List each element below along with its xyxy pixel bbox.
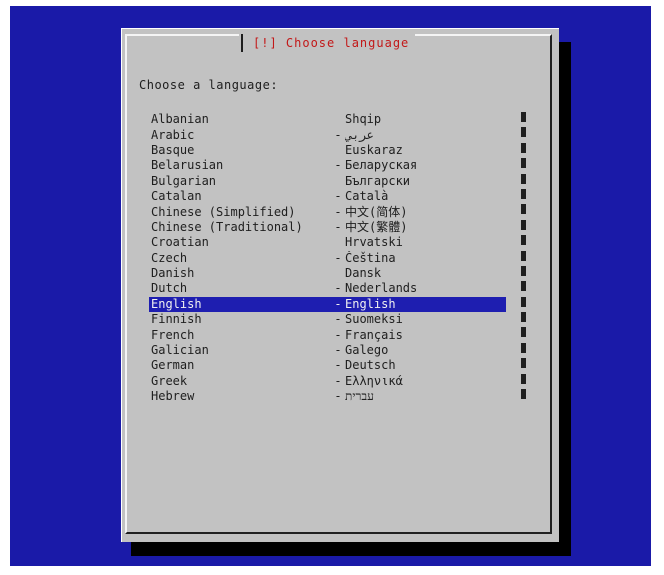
language-native-name: Български [345, 173, 411, 188]
language-name: Catalan [151, 189, 202, 204]
language-option[interactable]: Chinese (Traditional) - 中文(繁體) [149, 220, 506, 235]
dialog-frame: [!] Choose language Choose a language: A… [125, 33, 552, 534]
language-option[interactable]: Albanian Shqip [149, 112, 506, 127]
language-separator: - [334, 219, 342, 234]
scrollbar-tick [521, 281, 526, 292]
language-option[interactable]: Arabic - عربي [149, 127, 506, 142]
language-separator: - [334, 250, 342, 265]
language-native-name: Hrvatski [345, 235, 403, 250]
language-option[interactable]: Hebrew - עברית [149, 389, 506, 404]
language-name: French [151, 327, 195, 342]
language-native-name: 中文(繁體) [345, 219, 408, 234]
scrollbar-tick [521, 204, 526, 215]
language-separator: - [334, 127, 342, 142]
language-name: German [151, 358, 195, 373]
language-native-name: Dansk [345, 266, 382, 281]
scrollbar-tick [521, 142, 526, 153]
scrollbar-tick [521, 188, 526, 199]
language-name: Arabic [151, 127, 195, 142]
scrollbar-tick [521, 127, 526, 138]
scrollbar-tick [521, 250, 526, 261]
scrollbar-tick [521, 173, 526, 184]
language-name: Greek [151, 373, 188, 388]
language-separator: - [334, 389, 342, 404]
language-separator: - [334, 373, 342, 388]
language-option[interactable]: Dutch - Nederlands [149, 281, 506, 296]
scrollbar-tick [521, 296, 526, 307]
dialog-title-area: [!] Choose language [239, 33, 416, 53]
language-native-name: Français [345, 327, 403, 342]
language-name: Dutch [151, 281, 188, 296]
language-name: Albanian [151, 112, 209, 127]
language-name: Bulgarian [151, 173, 217, 188]
scrollbar-tick [521, 112, 526, 122]
language-native-name: Galego [345, 343, 389, 358]
language-option[interactable]: Chinese (Simplified) - 中文(简体) [149, 204, 506, 219]
language-separator: - [334, 189, 342, 204]
language-native-name: עברית [345, 389, 374, 404]
language-separator: - [334, 281, 342, 296]
language-separator: - [334, 327, 342, 342]
language-name: Belarusian [151, 158, 224, 173]
language-name: Czech [151, 250, 188, 265]
language-option[interactable]: Greek - Ελληνικά [149, 374, 506, 389]
language-separator: - [334, 296, 342, 311]
language-native-name: Català [345, 189, 389, 204]
language-option[interactable]: Danish Dansk [149, 266, 506, 281]
scrollbar-tick [521, 389, 526, 400]
scrollbar-tick [521, 235, 526, 246]
scrollbar-tick [521, 358, 526, 369]
language-separator: - [334, 358, 342, 373]
language-native-name: Deutsch [345, 358, 396, 373]
language-name: Chinese (Traditional) [151, 219, 303, 234]
language-option[interactable]: Finnish - Suomeksi [149, 312, 506, 327]
language-name: Basque [151, 142, 195, 157]
language-separator: - [334, 204, 342, 219]
language-separator: - [334, 158, 342, 173]
language-native-name: Suomeksi [345, 312, 403, 327]
language-option[interactable]: Bulgarian Български [149, 174, 506, 189]
language-option[interactable]: English - English [149, 296, 506, 313]
scrollbar-tick [521, 342, 526, 353]
language-name: Chinese (Simplified) [151, 204, 296, 219]
language-name: Danish [151, 266, 195, 281]
choose-language-dialog: [!] Choose language Choose a language: A… [121, 28, 559, 542]
scrollbar-tick [521, 327, 526, 338]
language-option[interactable]: Belarusian - Беларуская [149, 158, 506, 173]
language-native-name: English [345, 296, 396, 311]
language-separator: - [334, 312, 342, 327]
language-native-name: Беларуская [345, 158, 418, 173]
language-option[interactable]: Catalan - Català [149, 189, 506, 204]
title-divider [241, 34, 243, 52]
language-name: Galician [151, 343, 209, 358]
language-native-name: Shqip [345, 112, 382, 127]
scrollbar[interactable]: ↕ [520, 112, 528, 404]
language-native-name: Čeština [345, 250, 396, 265]
language-native-name: Nederlands [345, 281, 418, 296]
language-option[interactable]: Croatian Hrvatski [149, 235, 506, 250]
dialog-title: [!] Choose language [253, 36, 410, 50]
language-native-name: Ελληνικά [345, 373, 403, 388]
scrollbar-tick [521, 158, 526, 169]
language-name: English [151, 296, 202, 311]
language-native-name: عربي [345, 127, 374, 142]
language-option[interactable]: Galician - Galego [149, 343, 506, 358]
scrollbar-tick [521, 373, 526, 384]
language-option[interactable]: German - Deutsch [149, 358, 506, 373]
language-option[interactable]: Czech - Čeština [149, 251, 506, 266]
language-name: Finnish [151, 312, 202, 327]
language-prompt: Choose a language: [139, 78, 279, 92]
language-native-name: 中文(简体) [345, 204, 408, 219]
language-name: Croatian [151, 235, 209, 250]
language-list[interactable]: Albanian Shqip Arabic - عربي Basque Euskaraz Be… [149, 112, 506, 404]
language-option[interactable]: French - Français [149, 327, 506, 342]
language-option[interactable]: Basque Euskaraz [149, 143, 506, 158]
scrollbar-tick [521, 312, 526, 323]
scroll-position-icon: ↕ [520, 216, 527, 229]
language-name: Hebrew [151, 389, 195, 404]
language-separator: - [334, 343, 342, 358]
scrollbar-tick [521, 265, 526, 276]
language-native-name: Euskaraz [345, 142, 403, 157]
